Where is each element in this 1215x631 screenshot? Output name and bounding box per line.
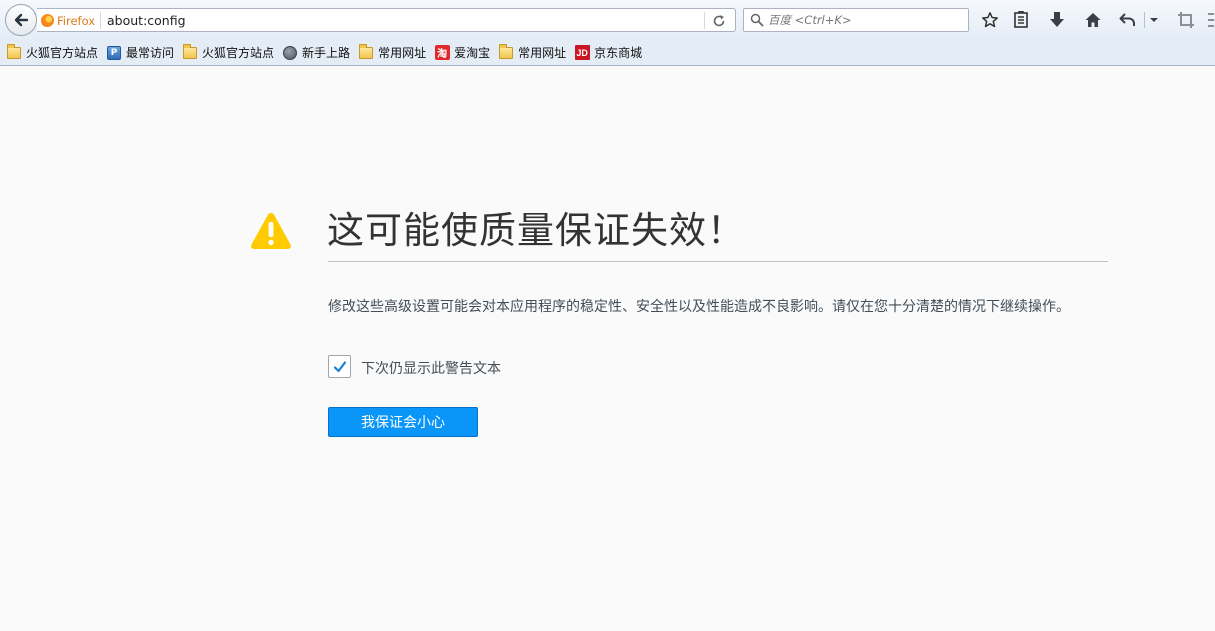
show-warning-checkbox[interactable] (328, 355, 351, 378)
bookmarks-menu-icon (1014, 11, 1028, 28)
taobao-icon: 淘 (434, 45, 450, 61)
reload-button[interactable] (709, 12, 729, 29)
bookmark-item[interactable]: JD 京东商城 (571, 42, 645, 64)
warning-icon (251, 213, 291, 249)
bookmark-item[interactable]: 新手上路 (279, 42, 353, 64)
bookmark-item[interactable]: 常用网址 (355, 42, 429, 64)
star-icon (982, 12, 998, 28)
home-icon (1085, 13, 1101, 27)
bookmark-label: 新手上路 (302, 46, 351, 60)
checkbox-label[interactable]: 下次仍显示此警告文本 (361, 358, 501, 378)
undo-arrow-icon (1119, 13, 1135, 26)
url-separator (704, 12, 705, 29)
bookmark-item[interactable]: 淘 爱淘宝 (431, 42, 493, 64)
folder-icon (358, 43, 374, 61)
page-title: 这可能使质量保证失效！ (327, 209, 745, 252)
undo-button[interactable] (1118, 10, 1138, 30)
bookmark-label: 常用网址 (378, 46, 427, 60)
bookmark-label: 火狐官方站点 (202, 46, 275, 60)
search-input[interactable] (768, 11, 963, 29)
jd-icon: JD (574, 45, 590, 61)
identity-label: Firefox (57, 13, 96, 28)
toolbar-split-divider (1144, 12, 1145, 28)
url-bar[interactable]: Firefox about:config (37, 8, 736, 32)
downloads-button[interactable] (1047, 10, 1067, 30)
overflow-button[interactable] (1204, 10, 1215, 30)
bookmark-item[interactable]: P 最常访问 (103, 42, 177, 64)
search-bar[interactable] (743, 8, 969, 32)
crop-icon (1178, 12, 1194, 28)
bookmarks-toolbar: 火狐官方站点 P 最常访问 火狐官方站点 新手上路 常用网址 淘 爱淘宝 常用网… (0, 40, 1215, 66)
download-arrow-icon (1050, 12, 1064, 27)
most-visited-icon: P (106, 45, 122, 61)
bookmark-label: 京东商城 (594, 46, 643, 60)
folder-icon (6, 43, 22, 61)
bookmark-item[interactable]: 火狐官方站点 (179, 42, 277, 64)
back-button[interactable] (5, 4, 37, 36)
title-divider (328, 261, 1108, 262)
undo-dropdown-button[interactable] (1147, 10, 1161, 30)
bookmark-star-button[interactable] (980, 10, 1000, 30)
firefox-logo-icon (41, 14, 54, 27)
reading-list-button[interactable] (1011, 10, 1031, 30)
search-icon (750, 13, 764, 27)
url-text[interactable]: about:config (107, 13, 186, 28)
home-button[interactable] (1083, 10, 1103, 30)
back-arrow-icon (14, 13, 29, 27)
bookmark-label: 火狐官方站点 (26, 46, 99, 60)
overflow-icon (1208, 13, 1214, 27)
folder-icon (498, 43, 514, 61)
identity-box[interactable]: Firefox (41, 12, 102, 29)
dropdown-arrow-icon (1150, 18, 1158, 22)
warning-description: 修改这些高级设置可能会对本应用程序的稳定性、安全性以及性能造成不良影响。请仅在您… (328, 299, 1070, 315)
crop-button[interactable] (1176, 10, 1196, 30)
checkmark-icon (333, 360, 346, 372)
folder-icon (182, 43, 198, 61)
bookmark-label: 爱淘宝 (454, 46, 491, 60)
bookmark-label: 常用网址 (518, 46, 567, 60)
globe-icon (282, 45, 298, 61)
reload-icon (713, 14, 725, 26)
bookmark-label: 最常访问 (126, 46, 175, 60)
navigation-toolbar: Firefox about:config (0, 0, 1215, 40)
bookmark-item[interactable]: 常用网址 (495, 42, 569, 64)
accept-risk-button[interactable]: 我保证会小心 (328, 407, 478, 437)
bookmark-item[interactable]: 火狐官方站点 (3, 42, 101, 64)
